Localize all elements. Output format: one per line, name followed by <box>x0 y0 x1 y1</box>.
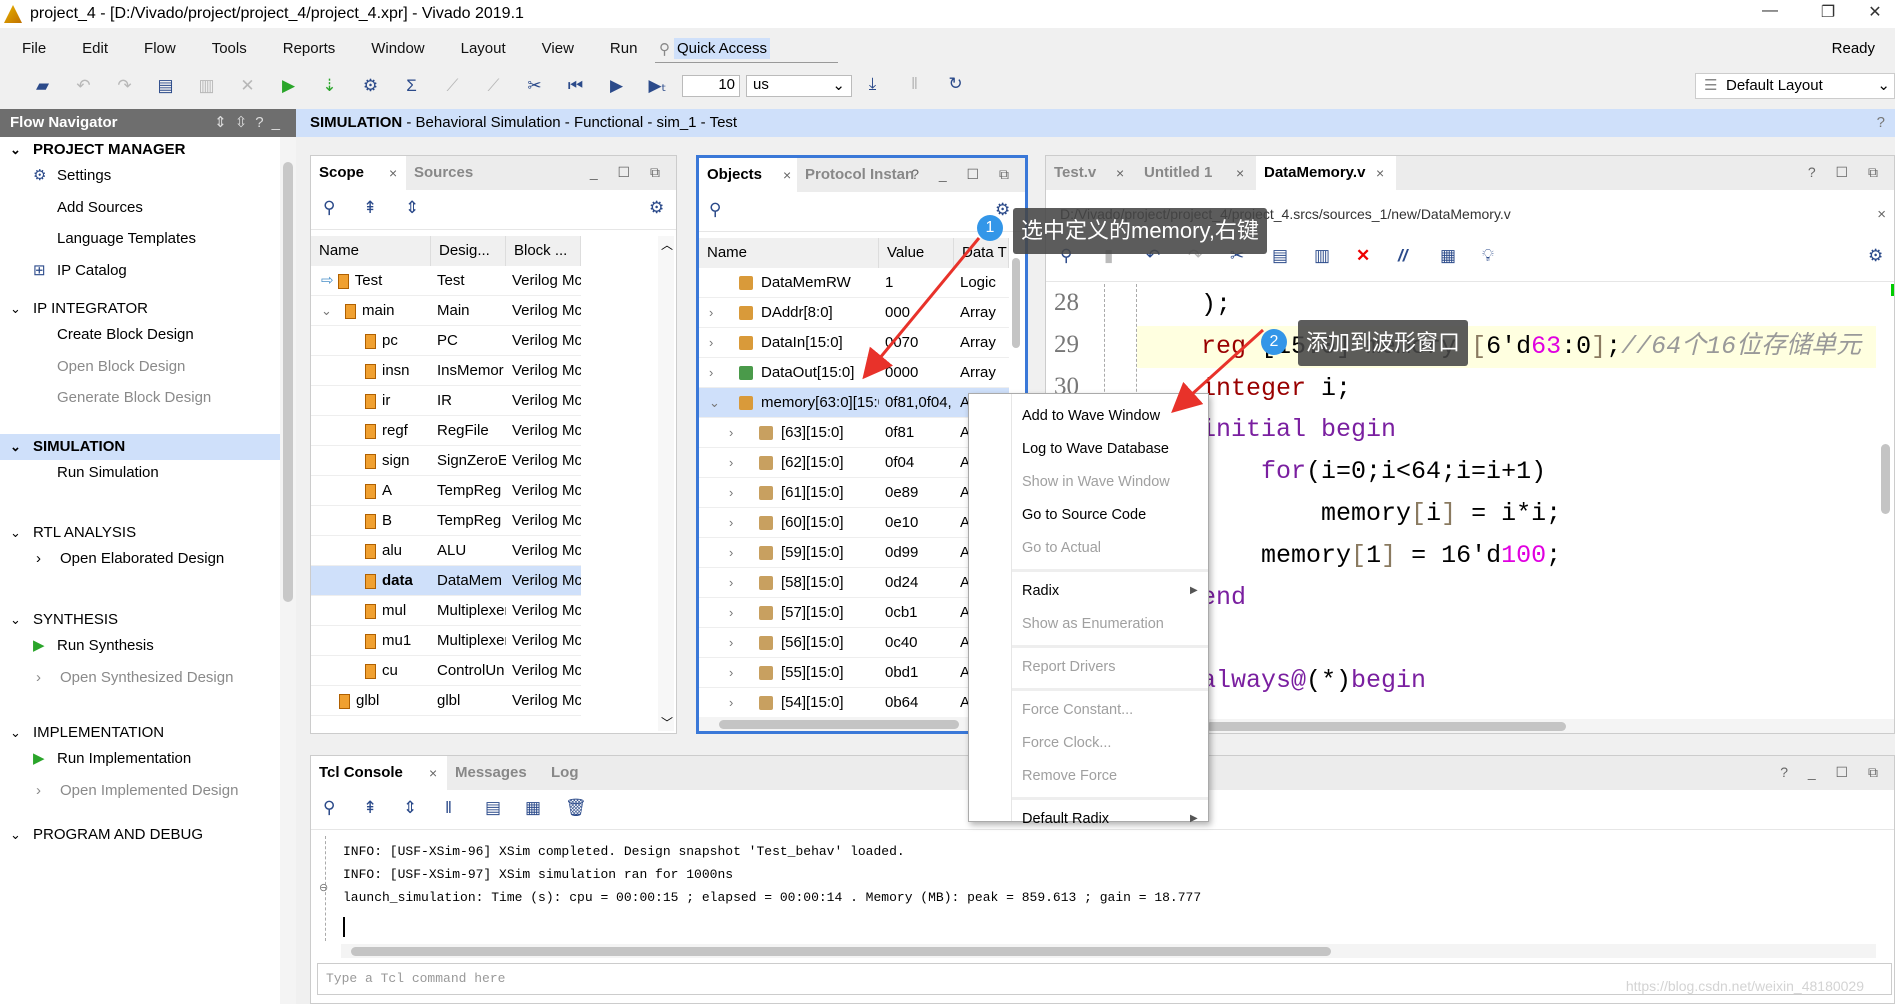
annotation-badge-1: 1 <box>977 215 1003 241</box>
annotation-arrow-2 <box>1171 328 1265 414</box>
annotation-arrow-1 <box>862 237 981 380</box>
annotation-tooltip-1: 选中定义的memory,右键 <box>1013 208 1267 254</box>
annotation-tooltip-2: 添加到波形窗口 <box>1298 320 1469 366</box>
annotation-badge-2: 2 <box>1261 329 1287 355</box>
annotation-arrows <box>862 237 1265 414</box>
